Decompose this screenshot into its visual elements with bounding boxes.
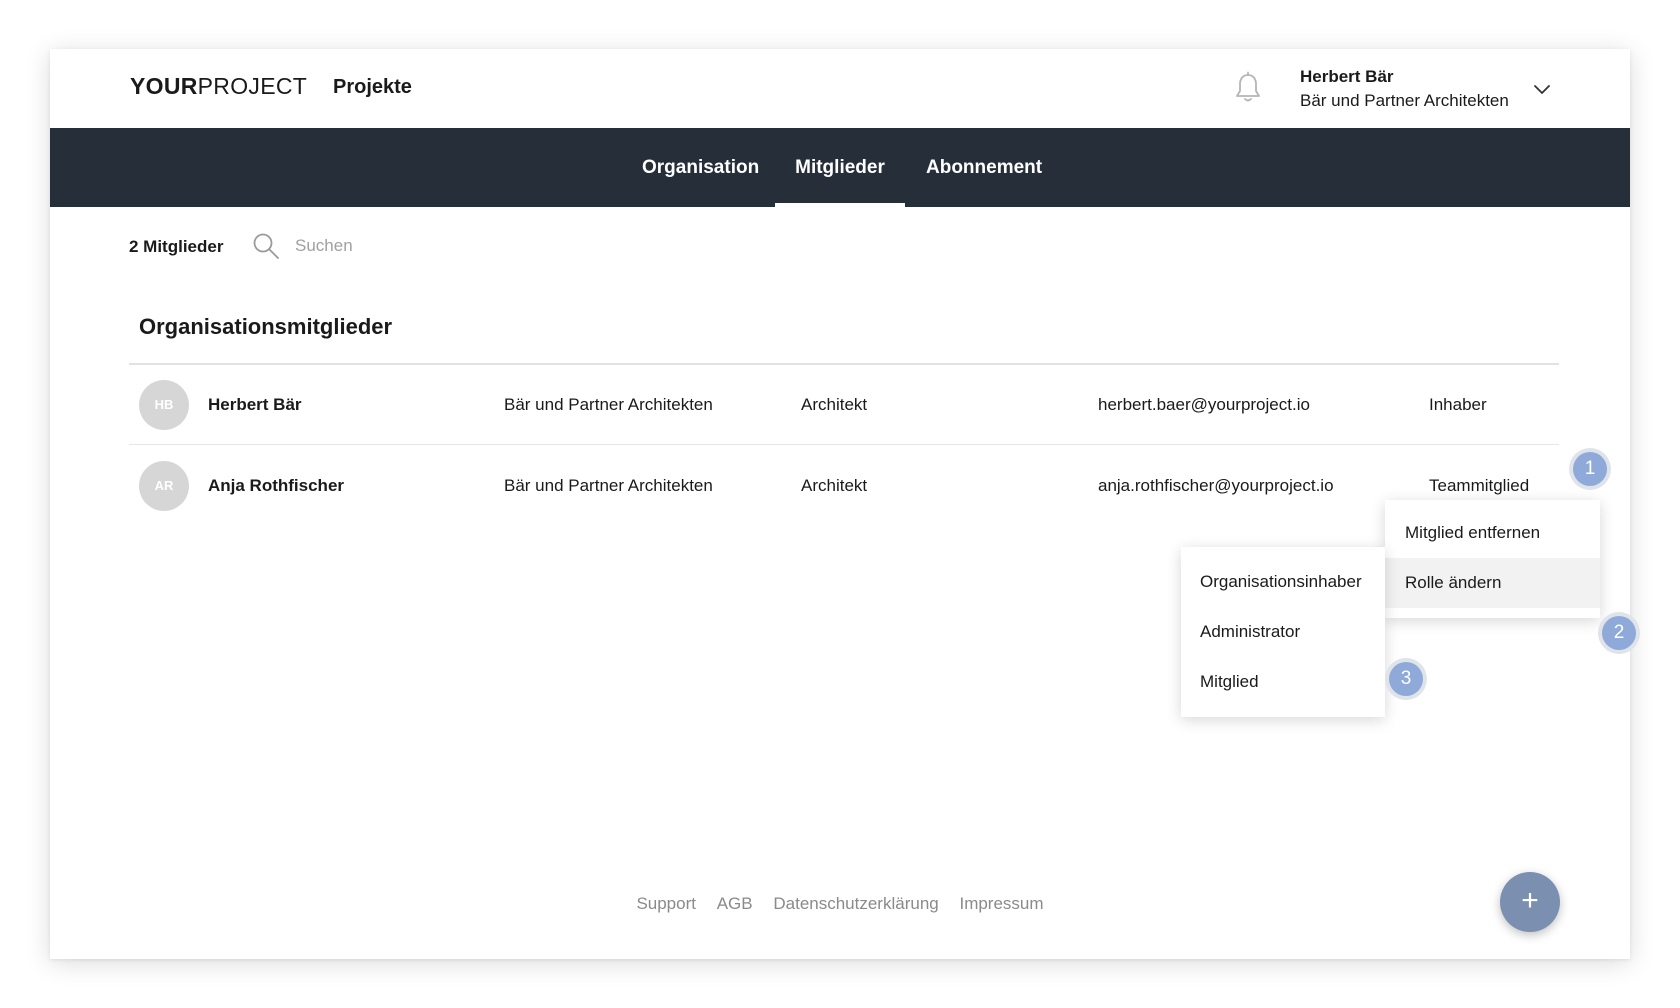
member-email: anja.rothfischer@yourproject.io — [1098, 476, 1334, 495]
section-title: Organisationsmitglieder — [139, 314, 393, 339]
member-name: Herbert Bär — [208, 395, 302, 414]
menu-item-change-role[interactable]: Rolle ändern — [1385, 558, 1600, 608]
main-nav: Organisation Mitglieder Abonnement — [50, 128, 1630, 207]
member-organization: Bär und Partner Architekten — [504, 395, 713, 414]
footer-link-agb[interactable]: AGB — [717, 894, 753, 913]
user-organization: Bär und Partner Architekten — [1300, 91, 1509, 110]
member-count: 2 Mitglieder — [129, 237, 224, 256]
search-input[interactable] — [295, 229, 595, 263]
member-name: Anja Rothfischer — [208, 476, 345, 495]
role-option-admin[interactable]: Administrator — [1181, 607, 1385, 657]
member-context-menu: Mitglied entfernen Rolle ändern — [1385, 500, 1600, 618]
chevron-down-icon[interactable] — [1532, 79, 1552, 99]
role-submenu: Organisationsinhaber Administrator Mitgl… — [1181, 547, 1385, 717]
tab-organisation[interactable]: Organisation — [642, 128, 759, 207]
role-option-owner[interactable]: Organisationsinhaber — [1181, 557, 1385, 607]
avatar: HB — [139, 380, 189, 430]
add-member-button[interactable]: + — [1500, 872, 1560, 932]
logo-strong-part: YOUR — [130, 73, 198, 99]
bell-icon[interactable] — [1233, 71, 1263, 105]
user-menu[interactable]: Herbert Bär Bär und Partner Architekten — [1300, 66, 1509, 114]
member-role: Inhaber — [1429, 395, 1487, 414]
plus-icon: + — [1521, 884, 1539, 917]
member-job: Architekt — [801, 395, 868, 414]
member-row[interactable]: AR Anja Rothfischer Bär und Partner Arch… — [129, 446, 1559, 526]
member-job: Architekt — [801, 476, 868, 495]
tab-mitglieder[interactable]: Mitglieder — [775, 128, 905, 207]
logo-light-part: PROJECT — [197, 73, 308, 99]
search-icon[interactable] — [252, 232, 280, 260]
avatar: AR — [139, 461, 189, 511]
member-row[interactable]: HB Herbert Bär Bär und Partner Architekt… — [129, 365, 1559, 445]
step-badge: 2 — [1602, 616, 1636, 650]
footer-link-privacy[interactable]: Datenschutzerklärung — [773, 894, 938, 913]
footer-link-imprint[interactable]: Impressum — [959, 894, 1043, 913]
footer: Support AGB Datenschutzerklärung Impress… — [50, 894, 1630, 914]
member-organization: Bär und Partner Architekten — [504, 476, 713, 495]
step-badge: 1 — [1573, 452, 1607, 486]
step-badge: 3 — [1389, 662, 1423, 696]
projects-link[interactable]: Projekte — [333, 76, 412, 99]
top-header: YOURPROJECT Projekte Herbert Bär Bär und… — [50, 49, 1630, 128]
brand-logo[interactable]: YOURPROJECT — [130, 73, 307, 100]
user-name: Herbert Bär — [1300, 67, 1394, 86]
role-option-member[interactable]: Mitglied — [1181, 657, 1385, 707]
menu-item-remove-member[interactable]: Mitglied entfernen — [1385, 508, 1600, 558]
app-window: YOURPROJECT Projekte Herbert Bär Bär und… — [50, 49, 1636, 959]
tab-abonnement[interactable]: Abonnement — [926, 128, 1042, 207]
footer-link-support[interactable]: Support — [636, 894, 696, 913]
member-email: herbert.baer@yourproject.io — [1098, 395, 1310, 414]
